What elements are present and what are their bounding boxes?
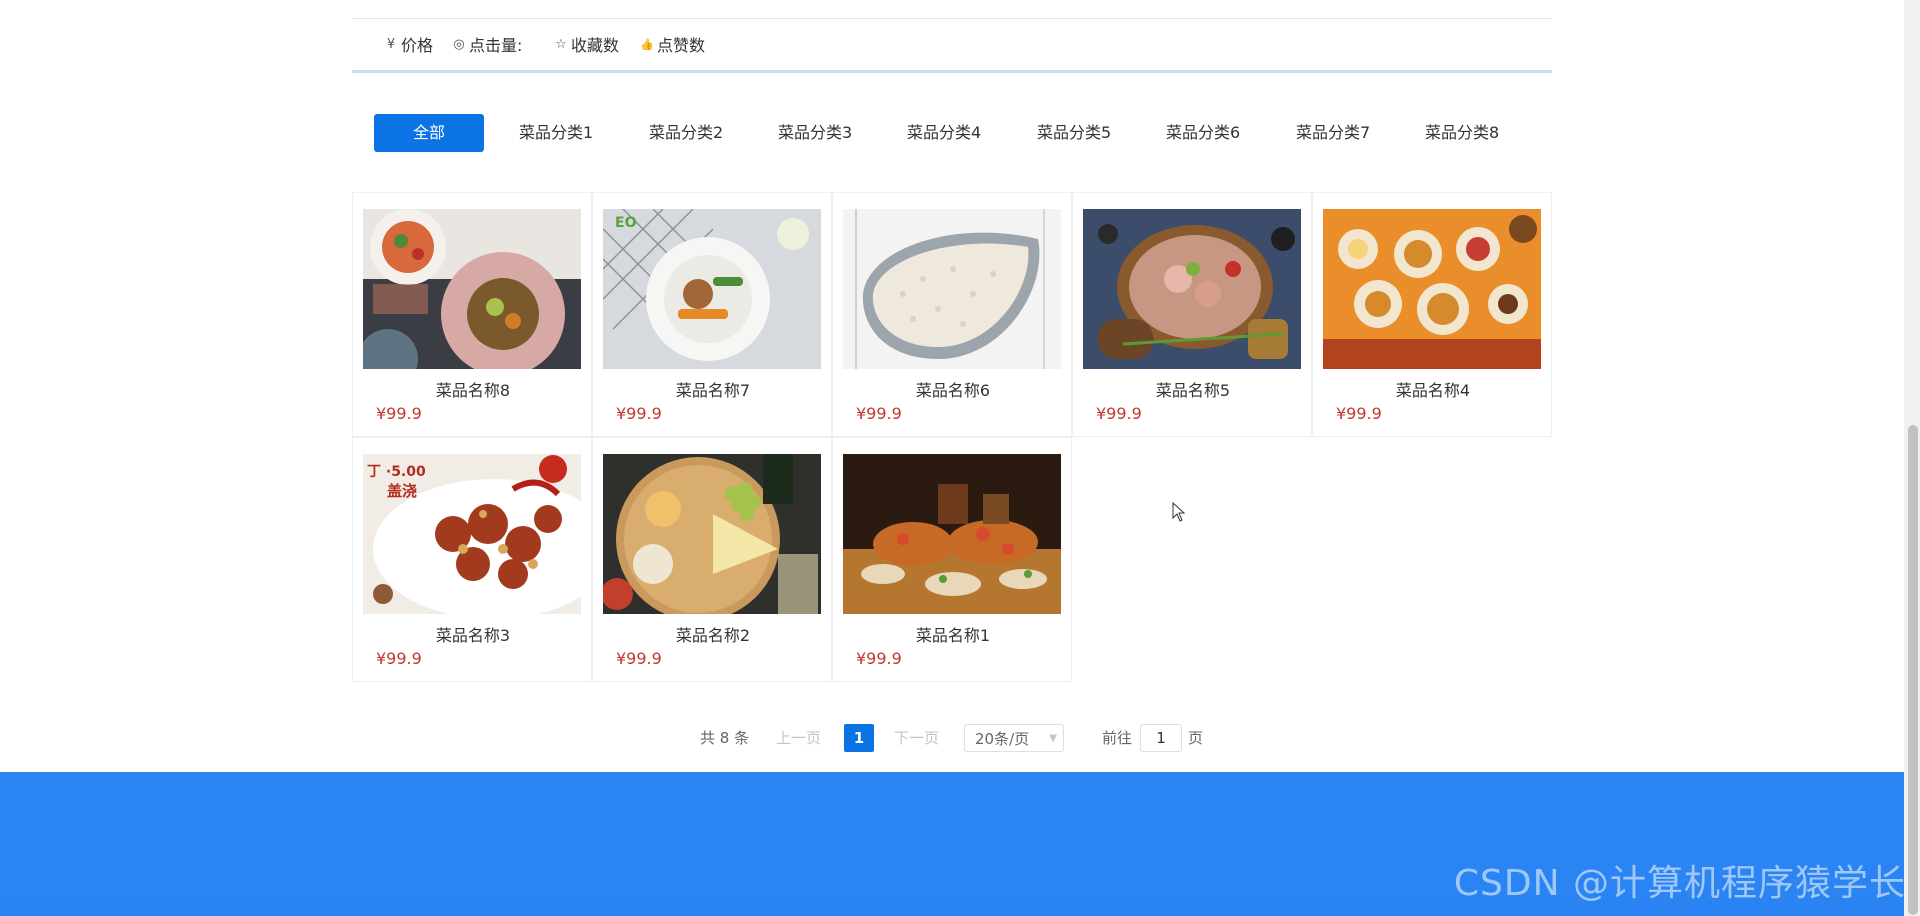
product-card[interactable]: 菜品名称2 ¥99.9 <box>592 437 832 682</box>
product-name: 菜品名称4 <box>1395 381 1471 400</box>
prev-page-button[interactable]: 上一页 <box>776 724 821 752</box>
page-number-1[interactable]: 1 <box>844 724 874 752</box>
product-name: 菜品名称2 <box>675 626 751 645</box>
tab-category-5[interactable]: 菜品分类5 <box>1037 114 1111 152</box>
watermark-text: CSDN @计算机程序猿学长 <box>1453 863 1906 904</box>
product-price: ¥99.9 <box>856 404 902 423</box>
svg-text:EO: EO <box>615 215 637 231</box>
product-name: 菜品名称5 <box>1155 381 1231 400</box>
product-card[interactable]: EO 菜品名称7 ¥99.9 <box>592 192 832 437</box>
sort-clicks-label: 点击量: <box>469 36 523 55</box>
sort-bar: ¥ 价格 ◎ 点击量: ☆ 收藏数 👍 点赞数 <box>352 19 1552 69</box>
product-name: 菜品名称3 <box>435 626 511 645</box>
sort-price-label: 价格 <box>401 36 434 55</box>
product-price: ¥99.9 <box>856 649 902 668</box>
product-price: ¥99.9 <box>376 649 422 668</box>
sort-favorites-label: 收藏数 <box>571 36 620 55</box>
product-price: ¥99.9 <box>1336 404 1382 423</box>
sort-clicks[interactable]: ◎ 点击量: <box>452 33 522 55</box>
product-image <box>1323 209 1541 369</box>
product-price: ¥99.9 <box>376 404 422 423</box>
product-card[interactable]: 菜品名称5 ¥99.9 <box>1072 192 1312 437</box>
thumb-up-icon: 👍 <box>640 37 654 51</box>
product-card[interactable]: 菜品名称8 ¥99.9 <box>352 192 592 437</box>
product-price: ¥99.9 <box>616 404 662 423</box>
tab-category-2[interactable]: 菜品分类2 <box>649 114 723 152</box>
tab-category-8[interactable]: 菜品分类8 <box>1425 114 1499 152</box>
product-card[interactable]: 菜品名称4 ¥99.9 <box>1312 192 1552 437</box>
chevron-down-icon: ▼ <box>1049 733 1057 744</box>
pagination: 共 8 条 上一页 1 下一页 20条/页 ▼ 前往 页 <box>0 724 1920 752</box>
footer: CSDN @计算机程序猿学长 <box>0 772 1920 916</box>
sort-bar-underline <box>352 70 1552 73</box>
goto-page-input[interactable] <box>1140 724 1182 752</box>
tab-category-6[interactable]: 菜品分类6 <box>1166 114 1240 152</box>
star-icon: ☆ <box>555 36 567 52</box>
product-image <box>603 454 821 614</box>
tab-category-4[interactable]: 菜品分类4 <box>907 114 981 152</box>
sort-price[interactable]: ¥ 价格 <box>384 33 433 55</box>
product-image: 丁 ·5.00 盖浇 <box>363 454 581 614</box>
product-card[interactable]: 菜品名称6 ¥99.9 <box>832 192 1072 437</box>
product-image: EO <box>603 209 821 369</box>
product-card[interactable]: 菜品名称1 ¥99.9 <box>832 437 1072 682</box>
product-name: 菜品名称8 <box>435 381 511 400</box>
product-image <box>843 454 1061 614</box>
sort-likes-label: 点赞数 <box>657 36 706 55</box>
product-card[interactable]: 丁 ·5.00 盖浇 菜品名称3 ¥99.9 <box>352 437 592 682</box>
tab-category-7[interactable]: 菜品分类7 <box>1296 114 1370 152</box>
next-page-button[interactable]: 下一页 <box>894 724 939 752</box>
page-size-value: 20条/页 <box>975 730 1030 748</box>
tab-category-1[interactable]: 菜品分类1 <box>519 114 593 152</box>
yen-icon: ¥ <box>386 36 396 52</box>
goto-suffix: 页 <box>1188 729 1204 747</box>
product-name: 菜品名称7 <box>675 381 751 400</box>
product-price: ¥99.9 <box>1096 404 1142 423</box>
category-tabs: 全部 菜品分类1 菜品分类2 菜品分类3 菜品分类4 菜品分类5 菜品分类6 菜… <box>374 114 1554 152</box>
tab-category-3[interactable]: 菜品分类3 <box>778 114 852 152</box>
page: ¥ 价格 ◎ 点击量: ☆ 收藏数 👍 点赞数 全部 菜品分类1 菜品分类2 菜… <box>0 0 1920 916</box>
pagination-total: 共 8 条 <box>700 729 750 747</box>
product-image <box>843 209 1061 369</box>
goto-prefix: 前往 <box>1102 729 1133 747</box>
product-price: ¥99.9 <box>616 649 662 668</box>
mouse-cursor-icon <box>1172 502 1186 522</box>
scrollbar-thumb[interactable] <box>1908 425 1918 915</box>
page-scrollbar[interactable] <box>1904 0 1920 916</box>
page-size-select[interactable]: 20条/页 ▼ <box>964 724 1064 752</box>
eye-icon: ◎ <box>453 36 465 52</box>
product-name: 菜品名称1 <box>915 626 991 645</box>
sort-likes[interactable]: 👍 点赞数 <box>640 33 705 55</box>
svg-text:丁 ·5.00: 丁 ·5.00 <box>367 464 426 480</box>
svg-text:盖浇: 盖浇 <box>387 482 417 500</box>
product-name: 菜品名称6 <box>915 381 991 400</box>
sort-favorites[interactable]: ☆ 收藏数 <box>554 33 619 55</box>
tab-all[interactable]: 全部 <box>374 114 484 152</box>
product-image <box>363 209 581 369</box>
product-image <box>1083 209 1301 369</box>
